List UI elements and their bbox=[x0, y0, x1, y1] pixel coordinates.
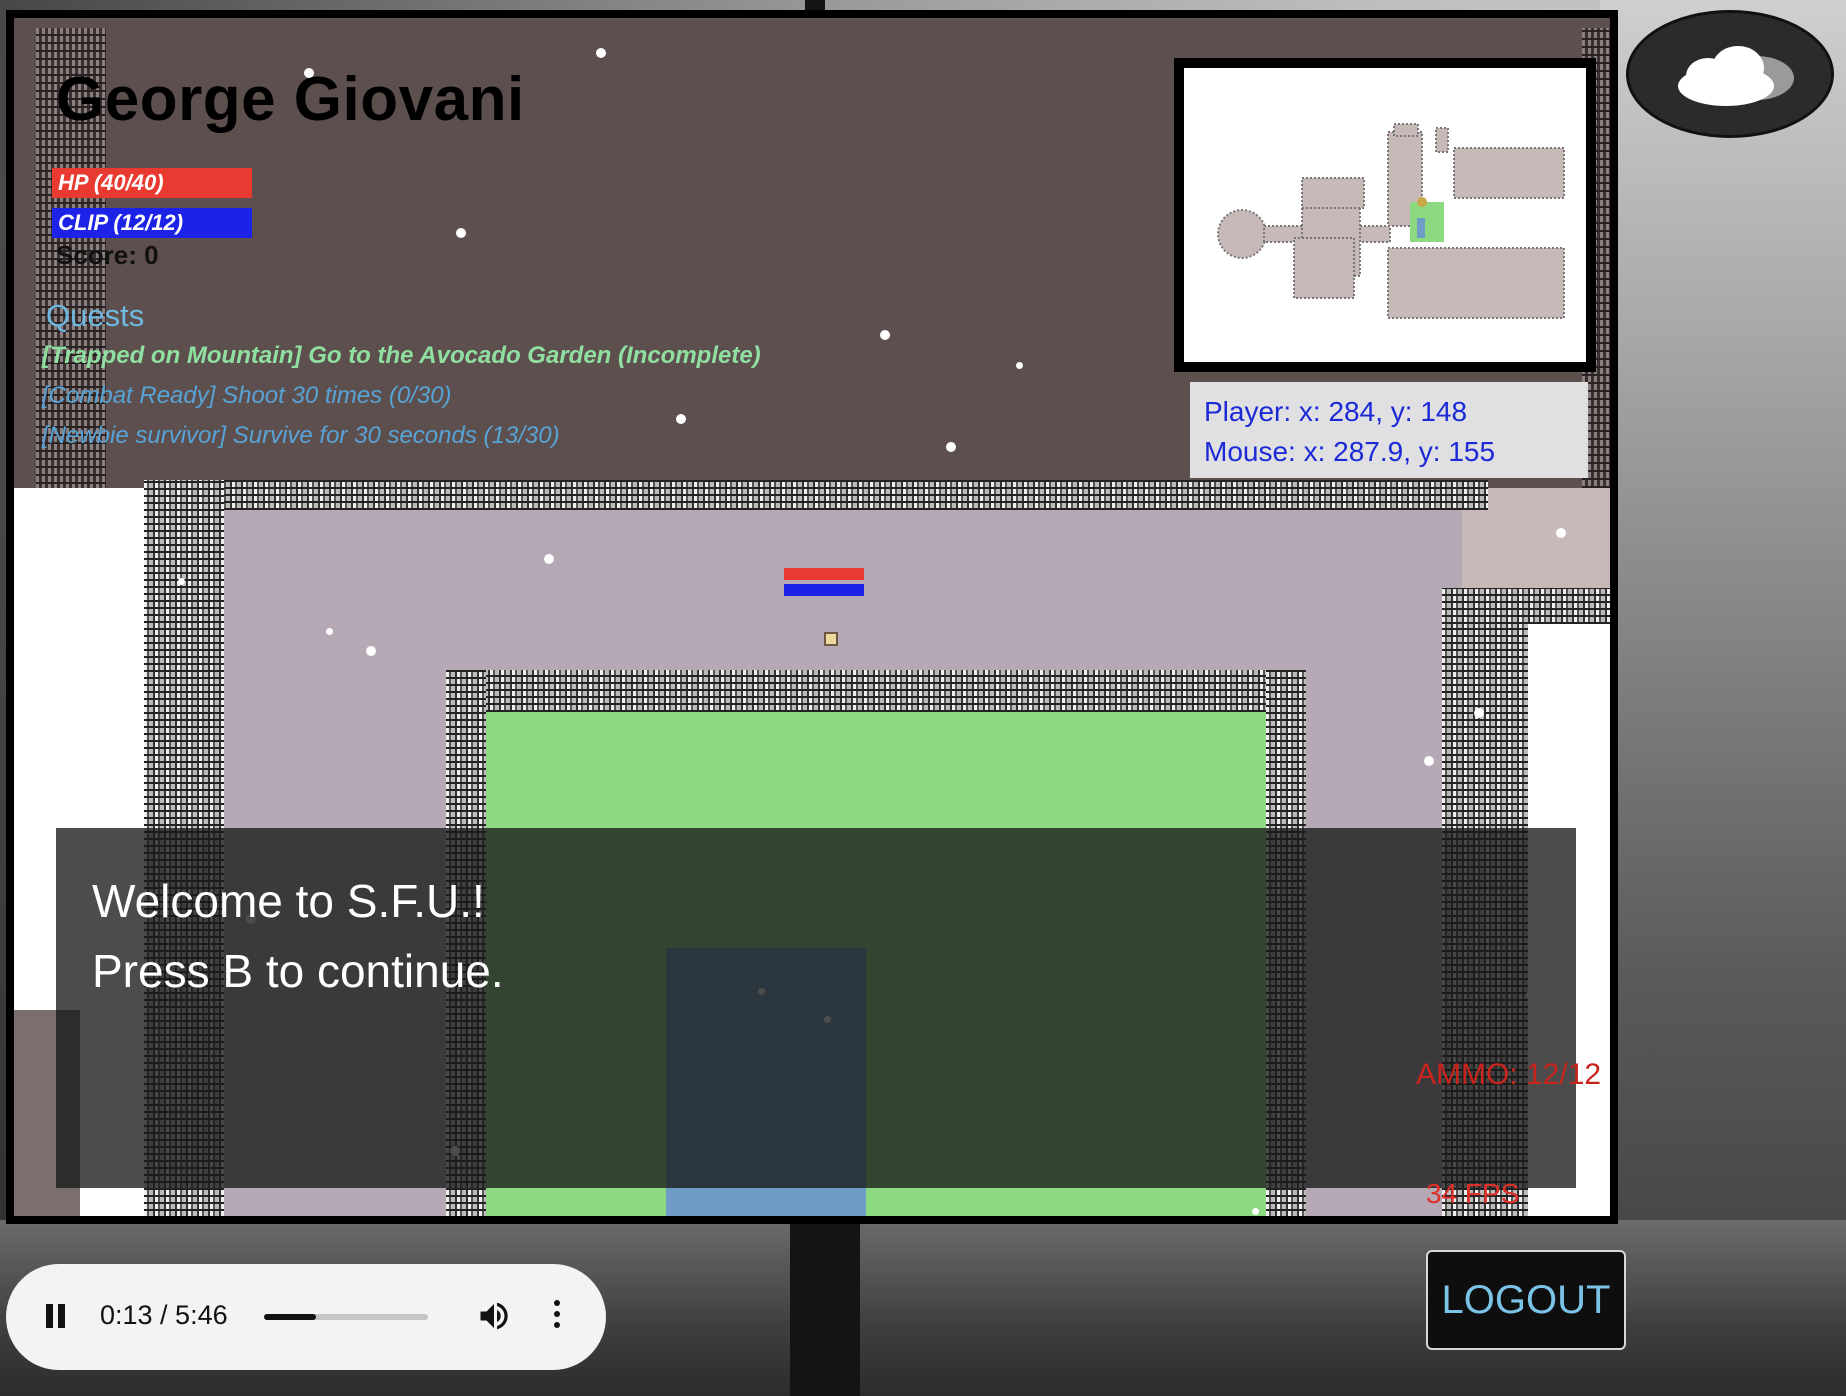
player-clip-bar bbox=[784, 584, 864, 596]
cloud-icon bbox=[1678, 46, 1794, 106]
score-label: Score: 0 bbox=[56, 240, 159, 270]
snowflake bbox=[1556, 528, 1566, 538]
snowflake bbox=[456, 228, 466, 238]
player-coords: Player: x: 284, y: 148 bbox=[1204, 396, 1468, 427]
background-right bbox=[1600, 0, 1846, 1396]
snowflake bbox=[178, 578, 185, 585]
weather-toggle-button[interactable] bbox=[1626, 10, 1834, 138]
game-canvas[interactable]: George Giovani HP (40/40) CLIP (12/12) S… bbox=[6, 10, 1618, 1224]
dialog-line: Welcome to S.F.U.! bbox=[92, 875, 485, 927]
audio-time: 0:13 / 5:46 bbox=[100, 1300, 228, 1330]
snowflake bbox=[676, 414, 686, 424]
wall-north bbox=[144, 480, 1488, 510]
snowflake bbox=[544, 554, 554, 564]
volume-icon[interactable] bbox=[476, 1298, 512, 1339]
snowflake bbox=[1424, 756, 1434, 766]
player-hp-bar bbox=[784, 568, 864, 580]
ammo-counter: AMMO: 12/12 bbox=[1416, 1058, 1602, 1091]
snowflake bbox=[326, 628, 333, 635]
snowflake bbox=[596, 48, 606, 58]
hp-bar: HP (40/40) bbox=[52, 168, 252, 198]
snowflake bbox=[304, 68, 314, 78]
minimap-graphic bbox=[1217, 123, 1565, 319]
quest-item: [Combat Ready] Shoot 30 times (0/30) bbox=[42, 382, 452, 409]
mouse-coords: Mouse: x: 287.9, y: 155 bbox=[1204, 436, 1496, 467]
quest-item: [Newbie survivor] Survive for 30 seconds… bbox=[42, 422, 560, 449]
quest-item: [Trapped on Mountain] Go to the Avocado … bbox=[42, 342, 761, 369]
dialog-text: Welcome to S.F.U.! Press B to continue. bbox=[92, 866, 504, 1006]
clip-bar: CLIP (12/12) bbox=[52, 208, 252, 238]
player-character bbox=[824, 632, 838, 646]
snowflake bbox=[880, 330, 890, 340]
fps-counter: 34 FPS bbox=[1426, 1178, 1520, 1209]
audio-seek-bar[interactable] bbox=[264, 1314, 428, 1320]
dialog-line: Press B to continue. bbox=[92, 945, 504, 997]
snowflake bbox=[946, 442, 956, 452]
audio-seek-progress bbox=[264, 1314, 316, 1320]
player-name: George Giovani bbox=[56, 65, 525, 134]
wall-east-spur bbox=[1442, 588, 1610, 624]
audio-player: 0:13 / 5:46 bbox=[6, 1264, 606, 1370]
quests-title: Quests bbox=[46, 298, 145, 333]
background-pole bbox=[790, 1220, 860, 1396]
minimap bbox=[1174, 58, 1596, 372]
snowflake bbox=[366, 646, 376, 656]
logout-button[interactable]: LOGOUT bbox=[1426, 1250, 1626, 1350]
coords-panel: Player: x: 284, y: 148 Mouse: x: 287.9, … bbox=[1190, 382, 1588, 478]
garden-wall-north bbox=[446, 670, 1306, 712]
snowflake bbox=[1474, 708, 1484, 718]
pause-icon[interactable] bbox=[46, 1304, 70, 1333]
snowflake bbox=[1252, 1208, 1259, 1215]
snowflake bbox=[1016, 362, 1023, 369]
more-vertical-icon[interactable] bbox=[554, 1300, 560, 1333]
